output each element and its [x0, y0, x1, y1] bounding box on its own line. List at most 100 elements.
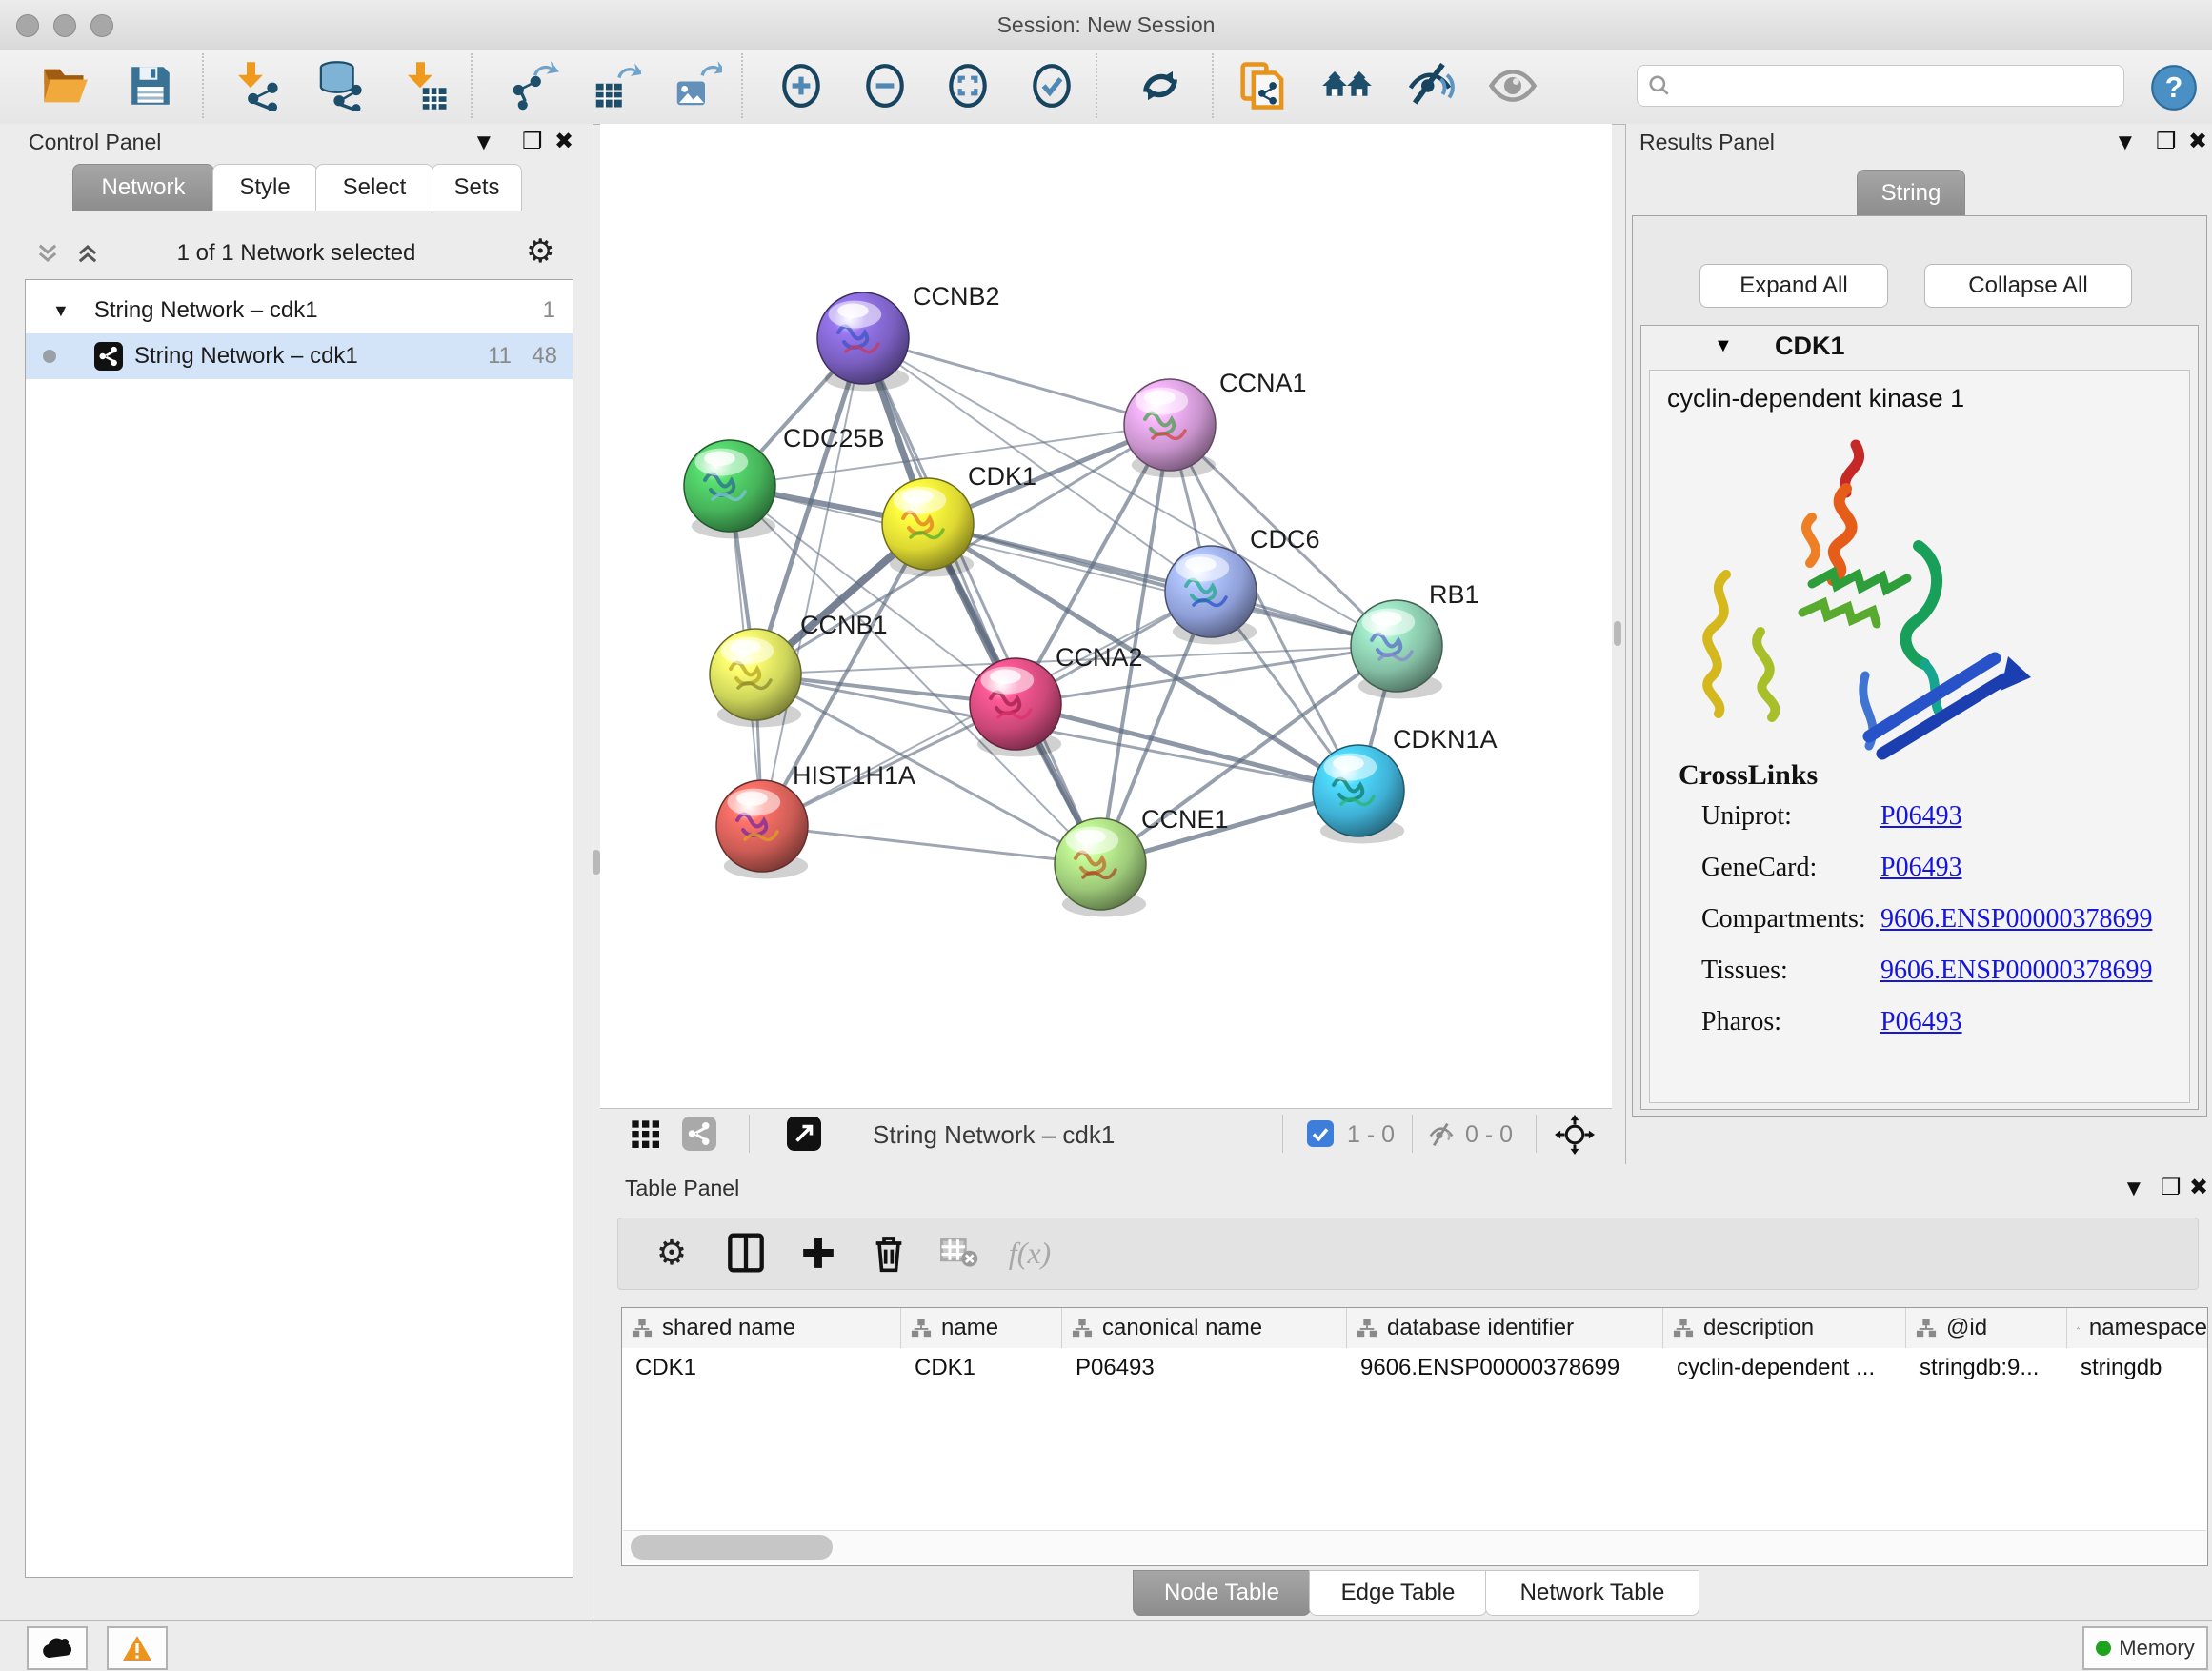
cdk1-section: ▼ CDK1 cyclin-dependent kinase 1 — [1640, 325, 2199, 1110]
section-collapse-icon[interactable]: ▼ — [1714, 335, 1733, 357]
tab-network[interactable]: Network — [72, 164, 214, 211]
export-network-button[interactable] — [505, 57, 562, 114]
tab-sets[interactable]: Sets — [432, 164, 522, 211]
import-table-icon — [399, 60, 451, 111]
selected-checkbox-icon[interactable] — [1307, 1120, 1334, 1147]
network-row-selected[interactable]: String Network – cdk1 11 48 — [26, 333, 573, 379]
current-network-title: String Network – cdk1 — [873, 1120, 1115, 1150]
results-panel-menu-icon[interactable]: ▼ — [2114, 130, 2137, 156]
delete-table-icon[interactable] — [933, 1226, 986, 1279]
delete-column-trash-icon[interactable] — [862, 1226, 915, 1279]
genecard-link[interactable]: P06493 — [1880, 853, 1962, 883]
table-panel-menu-icon[interactable]: ▼ — [2122, 1176, 2145, 1202]
results-panel: Results Panel ▼ ❐ ✖ String Expand All Co… — [1625, 124, 2212, 1164]
zoom-fit-button[interactable] — [939, 57, 996, 114]
search-input[interactable] — [1637, 65, 2124, 107]
table-options-gear-icon[interactable]: ⚙ — [645, 1226, 698, 1279]
compartments-link[interactable]: 9606.ENSP00000378699 — [1880, 904, 2152, 935]
table-panel-close-icon[interactable]: ✖ — [2189, 1174, 2208, 1201]
import-table-file-button[interactable] — [396, 57, 453, 114]
grid-view-icon[interactable] — [631, 1119, 661, 1150]
column-header[interactable]: @id — [1906, 1308, 2067, 1348]
open-session-button[interactable] — [36, 57, 93, 114]
right-splitter-handle[interactable] — [1614, 621, 1621, 646]
table-cell[interactable]: CDK1 — [622, 1348, 901, 1388]
column-header[interactable]: database identifier — [1347, 1308, 1663, 1348]
column-header[interactable]: shared name — [622, 1308, 901, 1348]
tab-string[interactable]: String — [1857, 170, 1965, 217]
network-share-view-icon[interactable] — [682, 1117, 716, 1151]
collection-expand-icon[interactable]: ▼ — [52, 301, 70, 321]
left-splitter-handle[interactable] — [593, 850, 600, 875]
show-columns-icon[interactable] — [719, 1226, 773, 1279]
hide-graphics-details-button[interactable] — [1401, 57, 1458, 114]
network-view-canvas[interactable]: CCNB2CCNA1CDC25BCDK1CDC6RB1CCNB1CCNA2CDK… — [600, 124, 1612, 1108]
export-table-button[interactable] — [587, 57, 644, 114]
table-cell[interactable]: 9606.ENSP00000378699 — [1347, 1348, 1663, 1388]
import-network-database-button[interactable] — [311, 57, 368, 114]
help-button[interactable]: ? — [2145, 59, 2202, 116]
uniprot-link[interactable]: P06493 — [1880, 801, 1962, 832]
pharos-link[interactable]: P06493 — [1880, 1007, 1962, 1037]
table-horizontal-scrollbar[interactable] — [623, 1530, 2206, 1563]
apply-layout-button[interactable] — [1132, 57, 1189, 114]
tab-node-table[interactable]: Node Table — [1133, 1570, 1311, 1616]
tab-edge-table[interactable]: Edge Table — [1309, 1570, 1487, 1616]
table-cell[interactable]: cyclin-dependent ... — [1663, 1348, 1906, 1388]
results-panel-title: Results Panel — [1639, 130, 1775, 155]
memory-button[interactable]: Memory — [2082, 1626, 2208, 1670]
table-cell[interactable]: stringdb — [2067, 1348, 2207, 1388]
column-header[interactable]: name — [901, 1308, 1062, 1348]
node-table[interactable]: shared name name canonical name database… — [621, 1307, 2208, 1566]
column-type-icon — [1072, 1318, 1093, 1339]
table-panel-float-icon[interactable]: ❐ — [2161, 1174, 2182, 1201]
network-snapshot-button[interactable] — [1235, 57, 1292, 114]
function-builder-icon[interactable]: f(x) — [1003, 1226, 1056, 1279]
results-panel-close-icon[interactable]: ✖ — [2188, 128, 2207, 155]
zoom-in-button[interactable] — [773, 57, 830, 114]
node-label-hist1h1a: HIST1H1A — [793, 761, 915, 790]
control-panel-menu-icon[interactable]: ▼ — [473, 130, 495, 156]
column-header[interactable]: namespace — [2067, 1308, 2207, 1348]
control-panel-float-icon[interactable]: ❐ — [522, 128, 543, 155]
network-collection-row[interactable]: ▼ String Network – cdk1 1 — [26, 288, 573, 333]
control-panel-close-icon[interactable]: ✖ — [554, 128, 573, 155]
tissues-link[interactable]: 9606.ENSP00000378699 — [1880, 956, 2152, 986]
node-label-ccnb2: CCNB2 — [913, 282, 1000, 311]
string-network-graph[interactable]: CCNB2CCNA1CDC25BCDK1CDC6RB1CCNB1CCNA2CDK… — [600, 124, 1612, 1108]
save-session-button[interactable] — [122, 57, 179, 114]
control-panel-title: Control Panel — [29, 130, 161, 155]
network-selected-status: 1 of 1 Network selected — [0, 240, 593, 267]
zoom-selected-button[interactable] — [1023, 57, 1080, 114]
column-header[interactable]: description — [1663, 1308, 1906, 1348]
column-type-icon — [1357, 1318, 1377, 1339]
create-column-icon[interactable] — [792, 1226, 845, 1279]
table-cell[interactable]: P06493 — [1062, 1348, 1347, 1388]
network-overview-button[interactable] — [1318, 57, 1376, 114]
tab-network-table[interactable]: Network Table — [1485, 1570, 1699, 1616]
column-type-icon — [1673, 1318, 1694, 1339]
title-bar: Session: New Session — [0, 0, 2212, 50]
cytoscape-window: Session: New Session — [0, 0, 2212, 1671]
show-graphics-details-button[interactable] — [1484, 57, 1541, 114]
expand-all-button[interactable]: Expand All — [1699, 264, 1888, 308]
network-options-gear-icon[interactable]: ⚙ — [526, 232, 554, 271]
node-label-cdkn1a: CDKN1A — [1393, 725, 1498, 754]
birds-eye-view-icon[interactable] — [1555, 1115, 1595, 1155]
import-network-file-button[interactable] — [227, 57, 284, 114]
collapse-all-button[interactable]: Collapse All — [1924, 264, 2132, 308]
cloud-status-button[interactable] — [27, 1626, 88, 1670]
table-cell[interactable]: stringdb:9... — [1906, 1348, 2067, 1388]
warnings-button[interactable] — [107, 1626, 168, 1670]
zoom-out-button[interactable] — [856, 57, 914, 114]
column-header[interactable]: canonical name — [1062, 1308, 1347, 1348]
open-in-new-window-icon[interactable] — [787, 1117, 821, 1151]
results-panel-float-icon[interactable]: ❐ — [2156, 128, 2177, 155]
export-image-button[interactable] — [668, 57, 725, 114]
tab-style[interactable]: Style — [212, 164, 317, 211]
open-folder-icon — [40, 61, 90, 111]
tab-select[interactable]: Select — [315, 164, 433, 211]
table-cell[interactable]: CDK1 — [901, 1348, 1062, 1388]
node-label-cdc6: CDC6 — [1250, 525, 1320, 554]
scrollbar-thumb[interactable] — [631, 1535, 833, 1560]
